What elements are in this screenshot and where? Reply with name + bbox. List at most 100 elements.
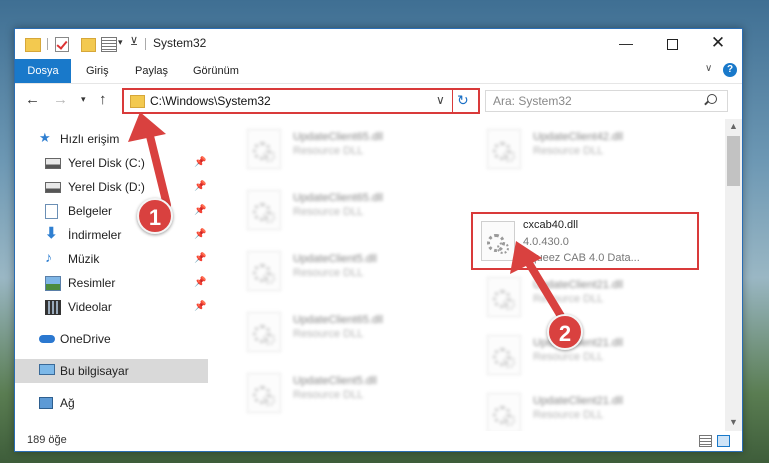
chevron-down-icon[interactable]: ▾ — [118, 37, 123, 48]
large-icons-view-icon[interactable] — [717, 435, 730, 447]
file-description: Resource DLL — [293, 389, 364, 401]
refresh-icon[interactable]: ↻ — [457, 92, 469, 109]
folder-icon — [130, 95, 145, 108]
pin-icon[interactable]: 📌 — [194, 301, 206, 312]
window-title: System32 — [153, 36, 207, 50]
star-icon: ★ — [39, 130, 51, 145]
sidebar-item-pictures[interactable]: Resimler 📌 — [15, 271, 208, 295]
cloud-icon — [39, 335, 55, 343]
help-icon[interactable]: ? — [723, 63, 737, 77]
dll-file-icon — [481, 221, 515, 261]
up-arrow-icon[interactable]: ↑ — [99, 91, 107, 108]
sidebar-item-local-disk-d[interactable]: Yerel Disk (D:) 📌 — [15, 175, 208, 199]
address-path[interactable]: C:\Windows\System32 — [150, 94, 271, 108]
sidebar-item-network[interactable]: Ağ — [15, 391, 208, 415]
sidebar-item-quick-access[interactable]: ★ Hızlı erişim — [15, 127, 208, 151]
search-icon[interactable] — [707, 94, 717, 104]
file-name: UpdateClient21.dll — [533, 395, 623, 407]
sidebar-item-label: Videolar — [68, 300, 112, 314]
scroll-thumb[interactable] — [727, 136, 740, 186]
pin-icon[interactable]: 📌 — [194, 229, 206, 240]
dll-file-icon — [247, 190, 281, 230]
sidebar-item-music[interactable]: ♪ Müzik 📌 — [15, 247, 208, 271]
sidebar-item-label: Ağ — [60, 396, 75, 410]
file-item[interactable]: UpdateClient65.dll Resource DLL — [225, 123, 455, 179]
details-view-icon[interactable] — [699, 435, 712, 447]
file-item[interactable]: UpdateClient5.dll Resource DLL — [225, 367, 455, 423]
customize-toolbar-icon[interactable]: ⊻ — [130, 35, 138, 48]
sidebar-item-this-pc[interactable]: Bu bilgisayar — [15, 359, 208, 383]
file-item[interactable]: UpdateClient5.dll Resource DLL — [225, 245, 455, 301]
sidebar-item-documents[interactable]: Belgeler 📌 — [15, 199, 208, 223]
file-name: UpdateClient42.dll — [533, 131, 623, 143]
search-placeholder[interactable]: Ara: System32 — [493, 94, 572, 108]
pin-icon[interactable]: 📌 — [194, 181, 206, 192]
file-item[interactable]: UpdateClient21.dll Resource DLL — [465, 387, 695, 431]
pin-icon[interactable]: 📌 — [194, 253, 206, 264]
tab-view[interactable]: Görünüm — [193, 59, 239, 83]
file-item[interactable]: UpdateClient65.dll Resource DLL — [225, 306, 455, 362]
pin-icon[interactable]: 📌 — [194, 277, 206, 288]
new-folder-icon[interactable] — [81, 38, 96, 52]
file-description: Resource DLL — [293, 328, 364, 340]
file-name: UpdateClient5.dll — [293, 253, 377, 265]
item-count: 189 öğe — [27, 434, 67, 446]
tab-home[interactable]: Giriş — [86, 59, 109, 83]
drive-icon — [45, 182, 61, 193]
file-name: UpdateClient65.dll — [293, 314, 383, 326]
sidebar-item-videos[interactable]: Videolar 📌 — [15, 295, 208, 319]
folder-icon — [25, 38, 41, 52]
properties-list-icon[interactable] — [101, 37, 117, 52]
pin-icon[interactable]: 📌 — [194, 205, 206, 216]
file-description: Resource DLL — [293, 206, 364, 218]
dll-file-icon — [247, 373, 281, 413]
file-item[interactable]: UpdateClient21.dll Resource DLL — [465, 271, 695, 327]
minimize-button[interactable]: — — [603, 29, 649, 57]
download-icon: ⬇ — [45, 225, 58, 242]
scroll-up-icon[interactable]: ▲ — [729, 121, 738, 131]
explorer-window: ▾ ⊻ System32 — ✕ Dosya Giriş Paylaş Görü… — [14, 28, 743, 452]
file-description: Resource DLL — [533, 145, 604, 157]
maximize-button[interactable] — [649, 29, 695, 57]
step-badge-2: 2 — [547, 314, 583, 350]
file-version: 4.0.430.0 — [523, 236, 569, 248]
sidebar-item-label: Belgeler — [68, 204, 113, 218]
scroll-down-icon[interactable]: ▼ — [729, 417, 738, 427]
file-name: cxcab40.dll — [523, 219, 579, 231]
expand-ribbon-icon[interactable]: ∨ — [705, 63, 712, 74]
address-dropdown-icon[interactable]: ∨ — [436, 93, 445, 107]
file-name: UpdateClient65.dll — [293, 131, 383, 143]
back-arrow-icon[interactable]: ← — [25, 91, 40, 108]
tab-file[interactable]: Dosya — [15, 59, 71, 83]
forward-arrow-icon[interactable]: → — [53, 91, 68, 108]
sidebar-item-label: Hızlı erişim — [60, 132, 120, 146]
sidebar-item-label: Yerel Disk (C:) — [68, 156, 145, 170]
dll-file-icon — [247, 312, 281, 352]
navigation-pane: ★ Hızlı erişim Yerel Disk (C:) 📌 Yerel D… — [15, 119, 208, 431]
file-description: Resource DLL — [533, 351, 604, 363]
sidebar-item-onedrive[interactable]: OneDrive — [15, 327, 208, 351]
document-icon — [45, 204, 58, 219]
sidebar-item-label: İndirmeler — [68, 228, 122, 242]
dll-file-icon — [487, 393, 521, 431]
address-bar[interactable]: C:\Windows\System32 ∨ ↻ — [122, 88, 480, 114]
file-description: Resource DLL — [533, 409, 604, 421]
sidebar-item-label: Yerel Disk (D:) — [68, 180, 145, 194]
file-item[interactable]: UpdateClient65.dll Resource DLL — [225, 184, 455, 240]
properties-check-icon[interactable] — [55, 37, 69, 52]
close-button[interactable]: ✕ — [695, 29, 741, 57]
pin-icon[interactable]: 📌 — [194, 157, 206, 168]
search-box[interactable]: Ara: System32 — [485, 90, 728, 112]
film-icon — [45, 300, 61, 315]
status-bar: 189 öğe — [15, 431, 742, 451]
file-item-cxcab40[interactable]: cxcab40.dll 4.0.430.0 Squeez CAB 4.0 Dat… — [471, 212, 699, 270]
sidebar-item-downloads[interactable]: ⬇ İndirmeler 📌 — [15, 223, 208, 247]
vertical-scrollbar[interactable]: ▲ ▼ — [725, 119, 742, 431]
music-note-icon: ♪ — [45, 249, 52, 265]
sidebar-item-local-disk-c[interactable]: Yerel Disk (C:) 📌 — [15, 151, 208, 175]
file-name: UpdateClient65.dll — [293, 192, 383, 204]
tab-share[interactable]: Paylaş — [135, 59, 168, 83]
dll-file-icon — [487, 277, 521, 317]
file-item[interactable]: UpdateClient42.dll Resource DLL — [465, 123, 695, 179]
recent-locations-icon[interactable]: ▾ — [81, 94, 86, 105]
